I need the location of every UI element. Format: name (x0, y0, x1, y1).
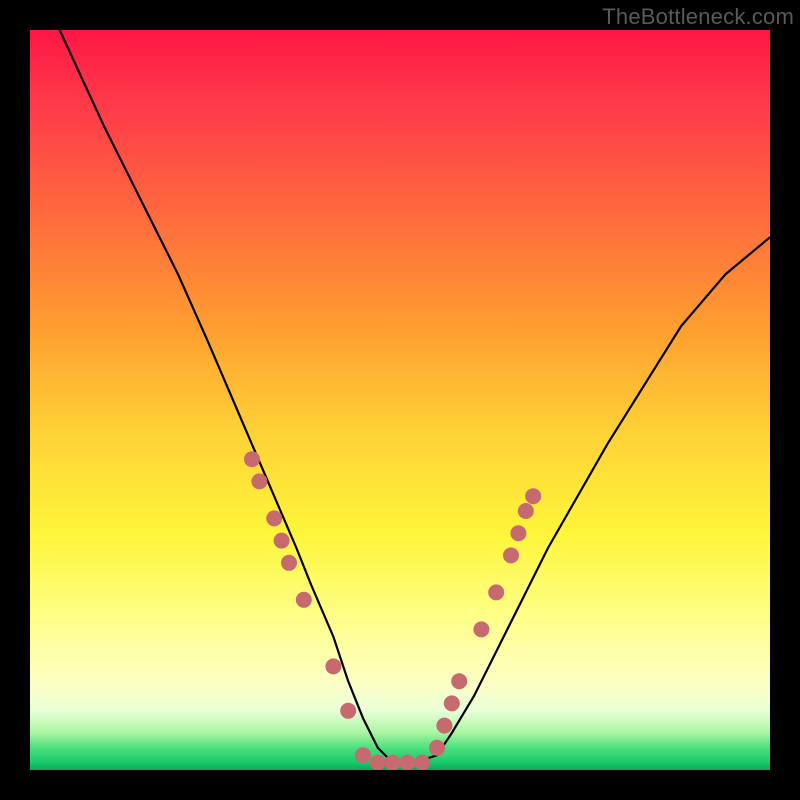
highlight-dot (473, 621, 489, 637)
highlight-dot (414, 755, 430, 770)
chart-svg (30, 30, 770, 770)
highlight-dot (355, 747, 371, 763)
highlight-dot (488, 584, 504, 600)
highlight-dot (503, 547, 519, 563)
highlight-dot (370, 755, 386, 770)
highlight-dot (266, 510, 282, 526)
highlight-dot (444, 695, 460, 711)
highlight-dot (274, 533, 290, 549)
bottleneck-curve (60, 30, 770, 763)
highlight-dot (251, 473, 267, 489)
highlight-dot (281, 555, 297, 571)
highlight-dot (244, 451, 260, 467)
chart-plot-area (30, 30, 770, 770)
highlight-dot (525, 488, 541, 504)
highlight-dot (429, 740, 445, 756)
highlight-dot (510, 525, 526, 541)
highlight-dot (325, 658, 341, 674)
highlight-dot (451, 673, 467, 689)
highlight-dot (518, 503, 534, 519)
highlight-dots-group (244, 451, 541, 770)
highlight-dot (436, 718, 452, 734)
highlight-dot (296, 592, 312, 608)
watermark-text: TheBottleneck.com (602, 4, 794, 30)
chart-frame: TheBottleneck.com (0, 0, 800, 800)
highlight-dot (385, 755, 401, 770)
highlight-dot (340, 703, 356, 719)
highlight-dot (399, 755, 415, 770)
